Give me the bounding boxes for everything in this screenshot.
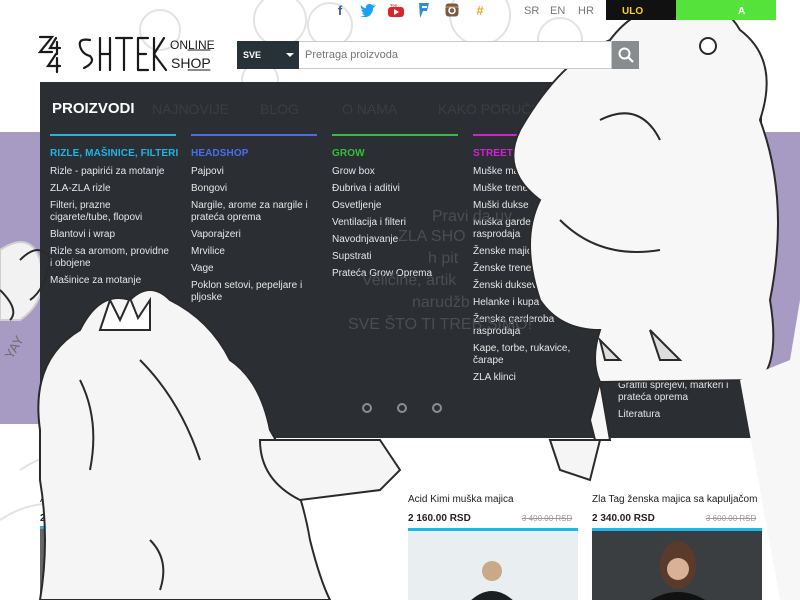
product-name[interactable]: Acid Kimi muška majica [408, 494, 578, 505]
lang-en[interactable]: EN [550, 5, 565, 17]
lang-hr[interactable]: HR [578, 5, 594, 17]
section-title: PR [40, 452, 71, 477]
search-input[interactable] [299, 41, 612, 69]
menu-item[interactable]: Grow box [332, 166, 472, 178]
mega-menu: PROIZVODI NAJNOVIJE BLOG O NAMA KAKO POR… [40, 82, 762, 438]
hero-line: Veličine, artik [362, 272, 457, 289]
logo-online-text: ONLINE [170, 38, 215, 52]
site-logo[interactable]: ONLINE SHOP [37, 32, 218, 78]
menu-item[interactable]: Ženske majic [473, 246, 613, 258]
product-image[interactable] [592, 528, 762, 600]
search-button[interactable] [612, 41, 639, 69]
hero-line: Pravi da uv [432, 208, 513, 225]
menu-item[interactable]: Filteri, prazne cigarete/tube, flopovi [50, 200, 170, 224]
lang-sr[interactable]: SR [524, 5, 539, 17]
column-title[interactable]: HEADSHOP [191, 148, 331, 159]
menu-item[interactable]: Rizle - papirići za motanje [50, 166, 190, 178]
instagram-icon[interactable] [438, 3, 466, 19]
menu-item[interactable]: Literatura [618, 409, 758, 421]
menu-item[interactable]: Mrvilice [191, 246, 331, 258]
menu-item[interactable]: Poklon setovi, pepeljare i pljoske [191, 280, 309, 304]
menu-item[interactable]: Mašinice za motanje [50, 275, 190, 287]
menu-item[interactable]: Pajpovi [191, 166, 331, 178]
column-title[interactable]: STREETWEAR [473, 148, 613, 159]
svg-text:You: You [390, 3, 398, 8]
menu-item[interactable]: Muške trene [473, 183, 613, 195]
menu-column-extra: Graffiti sprejevi, markeri i prateća opr… [618, 380, 738, 426]
search-bar: SVE [237, 41, 639, 69]
main-nav: PROIZVODI NAJNOVIJE BLOG O NAMA KAKO POR… [40, 82, 762, 134]
search-category-value: SVE [243, 50, 262, 60]
menu-item[interactable]: ZLA-ZLA rizle [50, 183, 190, 195]
menu-column-headshop: HEADSHOP Pajpovi Bongovi Nargile, arome … [191, 134, 331, 309]
menu-item[interactable]: Kape, torbe, rukavice, čarape [473, 343, 573, 367]
product-name[interactable]: Zla Tag ženska majica sa kapuljačom [592, 494, 762, 505]
product-price: 2 16 [40, 513, 60, 524]
youtube-icon[interactable]: You [382, 3, 410, 19]
column-divider [332, 134, 458, 136]
column-title[interactable]: GROW [332, 148, 472, 159]
nav-item-kako-poruciti[interactable]: KAKO PORUČITI? [438, 101, 555, 117]
product-old-price: 3 400.00 RSD [522, 514, 573, 523]
menu-column-rizle: RIZLE, MAŠINICE, FILTERI Rizle - papirić… [50, 134, 190, 292]
hashtag-icon[interactable]: # [466, 3, 494, 19]
nav-item-blog[interactable]: BLOG [260, 101, 299, 117]
menu-item[interactable]: Ženski duksev [473, 280, 613, 292]
nav-item-proizvodi[interactable]: PROIZVODI [52, 100, 135, 117]
search-icon [618, 47, 634, 63]
menu-item[interactable]: ZLA klinci [473, 372, 613, 384]
column-divider [473, 134, 553, 136]
top-bar: f You # SR EN HR ULO A [0, 0, 800, 22]
column-divider [191, 134, 317, 136]
carousel-dot[interactable] [397, 403, 407, 413]
social-links: f You # [326, 3, 494, 19]
hero-line: SVE ŠTO TI TREB SIMO! [348, 316, 533, 333]
search-category-select[interactable]: SVE [237, 41, 299, 69]
menu-column-streetwear: STREETWEAR Muške majice Muške trene Mušk… [473, 134, 613, 389]
menu-item[interactable]: Rizle sa aromom, providne i obojene [50, 246, 170, 270]
menu-item[interactable]: Vage [191, 263, 331, 275]
menu-item[interactable]: Bongovi [191, 183, 331, 195]
nav-item-o-nama[interactable]: O NAMA [342, 101, 397, 117]
cart-button[interactable]: A [676, 0, 776, 20]
menu-item[interactable]: Nargile, arome za nargile i prateća opre… [191, 200, 309, 224]
login-button[interactable]: ULO [606, 0, 676, 20]
product-name[interactable]: Acid K [40, 494, 69, 505]
product-card[interactable]: Acid K 2 16 [40, 494, 69, 524]
menu-item[interactable]: Graffiti sprejevi, markeri i prateća opr… [618, 380, 730, 404]
product-card[interactable]: Acid Kimi muška majica 2 160.00 RSD 3 40… [408, 494, 578, 524]
menu-item[interactable]: Blantovi i wrap [50, 229, 190, 241]
product-image[interactable] [408, 528, 578, 600]
column-title[interactable]: RIZLE, MAŠINICE, FILTERI [50, 148, 190, 159]
carousel-dot[interactable] [432, 403, 442, 413]
twitter-icon[interactable] [354, 3, 382, 19]
column-divider [50, 134, 176, 136]
menu-item[interactable]: Vaporajzeri [191, 229, 331, 241]
menu-item[interactable]: Helanke i kupa [473, 297, 613, 309]
nav-item-najnovije[interactable]: NAJNOVIJE [152, 101, 229, 117]
chevron-down-icon [286, 53, 294, 57]
carousel-dots [362, 403, 442, 413]
menu-item[interactable]: Đubriva i aditivi [332, 183, 472, 195]
product-old-price: 3 600.00 RSD [706, 514, 757, 523]
product-image[interactable] [40, 526, 208, 600]
menu-item[interactable]: Muške majice [473, 166, 613, 178]
carousel-dot[interactable] [362, 403, 372, 413]
foursquare-icon[interactable] [410, 3, 438, 19]
close-icon[interactable] [732, 97, 754, 119]
facebook-icon[interactable]: f [326, 3, 354, 19]
hero-line: h pit [428, 250, 459, 267]
hero-line: ZLA SHO [398, 228, 466, 245]
menu-item[interactable]: Ženske trene [473, 263, 613, 275]
hero-line: narudžb [412, 294, 470, 311]
logo-shop-text: SHOP [171, 55, 211, 71]
svg-text:YAY: YAY [2, 333, 27, 362]
nav-item-k[interactable]: K [584, 101, 593, 117]
product-card[interactable]: Zla Tag ženska majica sa kapuljačom 2 34… [592, 494, 762, 524]
